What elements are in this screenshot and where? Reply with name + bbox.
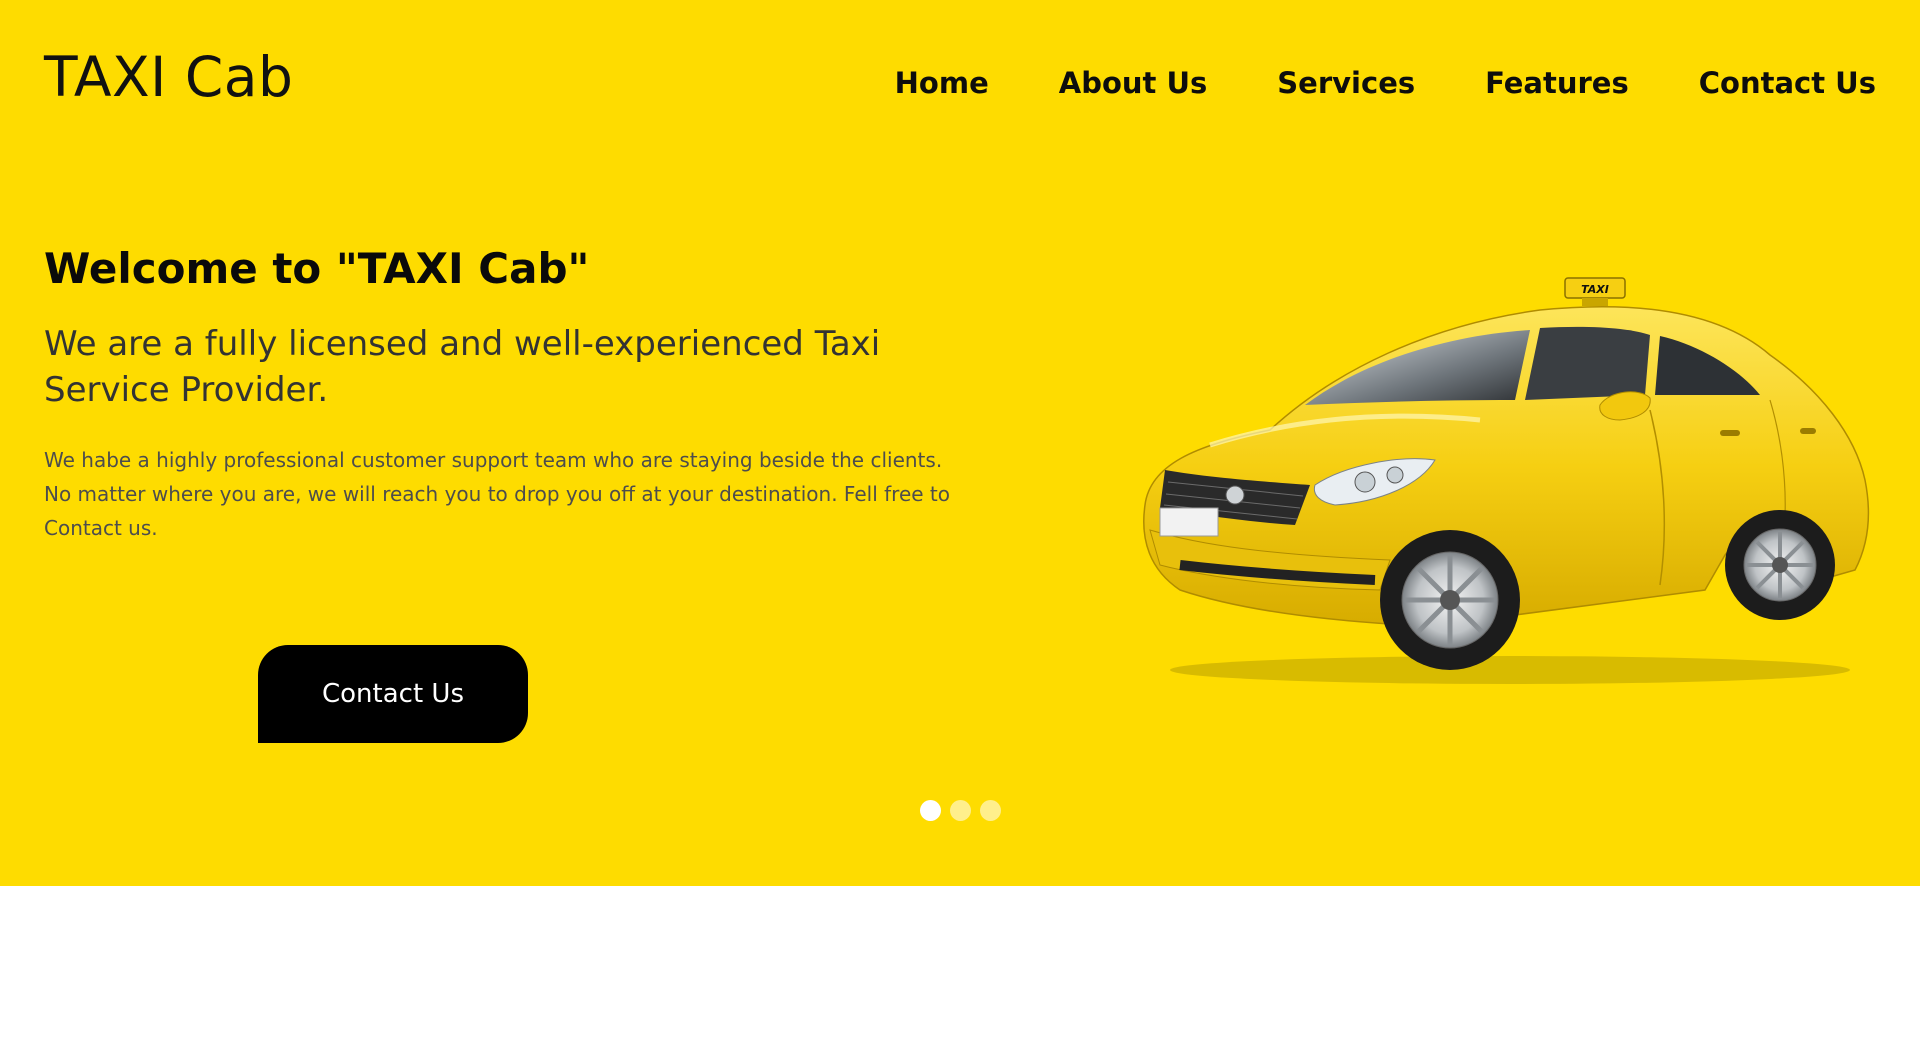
slider-dot-1[interactable] (920, 800, 941, 821)
hero-description: We habe a highly professional customer s… (44, 448, 950, 540)
nav-home[interactable]: Home (895, 66, 989, 100)
nav-contact-us[interactable]: Contact Us (1699, 66, 1876, 100)
hero-title: Welcome to "TAXI Cab" (44, 244, 590, 293)
slider-dot-3[interactable] (980, 800, 1001, 821)
nav-about-us[interactable]: About Us (1059, 66, 1208, 100)
main-navigation: Home About Us Services Features Contact … (895, 66, 1876, 100)
site-logo[interactable]: TAXI Cab (44, 50, 293, 105)
hero-section: TAXI Cab Home About Us Services Features… (0, 0, 1920, 886)
taxi-sign-text: TAXI (1581, 283, 1609, 296)
hero-subtitle: We are a fully licensed and well-experie… (44, 324, 881, 410)
taxi-car-icon: TAXI (1143, 277, 1870, 684)
nav-features[interactable]: Features (1485, 66, 1629, 100)
contact-us-button[interactable]: Contact Us (258, 645, 528, 743)
slider-pagination (920, 800, 1001, 821)
slider-dot-2[interactable] (950, 800, 971, 821)
nav-services[interactable]: Services (1277, 66, 1415, 100)
